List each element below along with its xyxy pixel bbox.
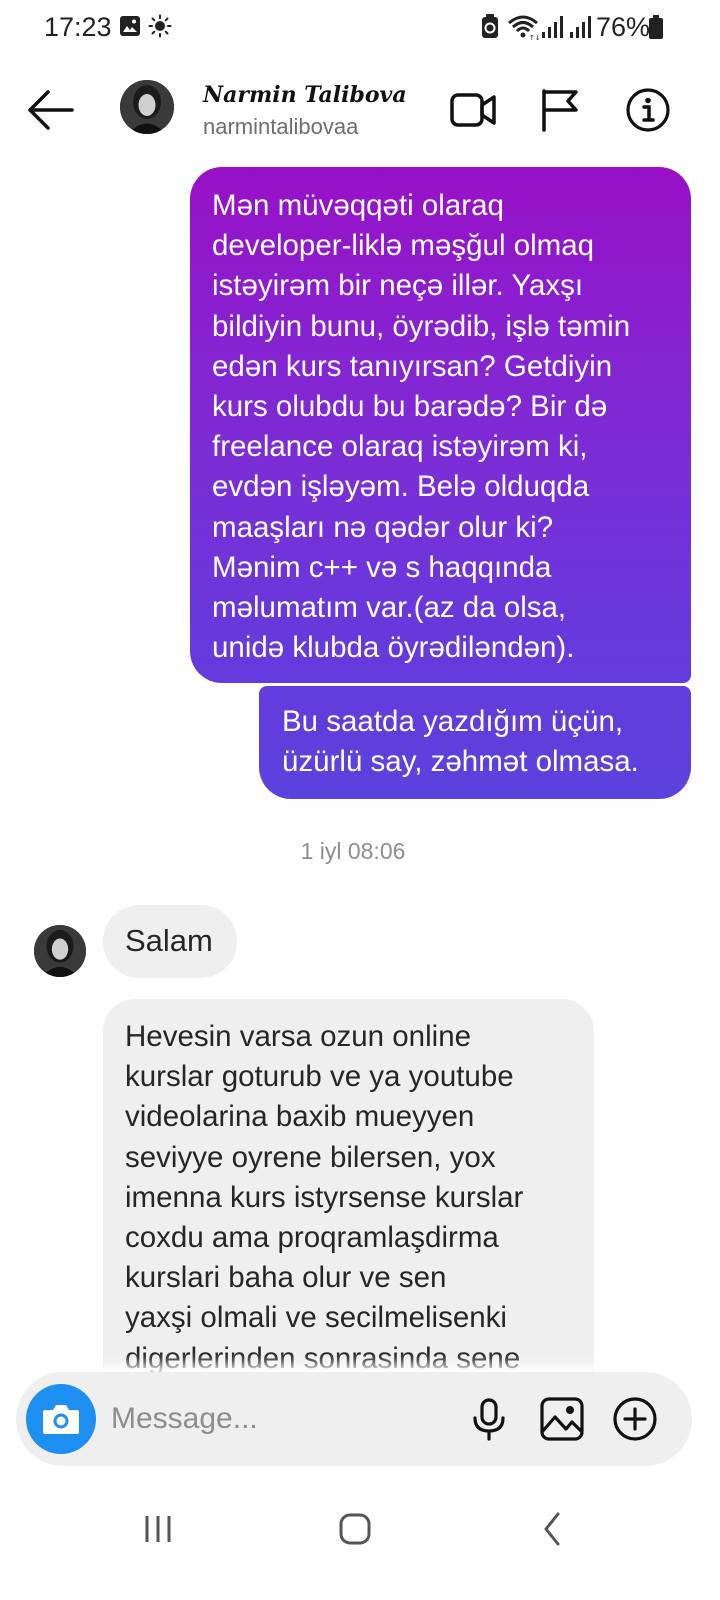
signal-icon	[540, 14, 564, 45]
outgoing-message-bubble[interactable]: Mən müvəqqəti olaraq developer-liklə məş…	[190, 167, 691, 683]
message-line: Mən müvəqqəti olaraq	[212, 189, 504, 222]
camera-button[interactable]	[26, 1384, 96, 1454]
message-line: unidə klubda öyrədiləndən).	[212, 631, 575, 665]
contact-display-name[interactable]: Narmin Talibova	[203, 82, 407, 108]
image-icon	[540, 1397, 584, 1441]
wifi-icon: ↑↓	[507, 14, 541, 45]
microphone-icon	[473, 1398, 505, 1441]
message-line: imenna kurs istyrsense kurslar	[125, 1180, 524, 1214]
message-line: developer-liklə məşğul olmaq	[212, 229, 595, 263]
brightness-icon	[148, 14, 172, 43]
gallery-icon	[118, 14, 142, 43]
message-timestamp: 1 iyl 08:06	[300, 838, 406, 864]
info-icon	[626, 88, 670, 132]
nav-back-button[interactable]	[522, 1504, 582, 1554]
message-line: freelance olaraq istəyirəm ki,	[212, 430, 588, 464]
voice-message-button[interactable]	[466, 1396, 512, 1442]
sender-avatar[interactable]	[34, 925, 86, 977]
profile-photo	[120, 80, 174, 134]
message-line: evdən işləyəm. Belə olduqda	[212, 470, 590, 504]
message-line: Bu saatda yazdığım üçün,	[282, 705, 624, 738]
battery-percent: 76%	[596, 12, 651, 42]
message-line: coxdu ama proqramlaşdirma	[125, 1221, 499, 1255]
message-line: kurs olubdu bu barədə? Bir də	[212, 390, 608, 424]
message-line: bildiyin bunu, öyrədib, işlə təmin	[212, 309, 631, 343]
message-composer	[16, 1372, 692, 1466]
system-navigation-bar	[0, 1480, 720, 1600]
message-line: kurslari baha olur ve sen	[125, 1261, 447, 1295]
status-time: 17:23	[44, 12, 112, 42]
signal-icon	[568, 14, 592, 45]
battery-icon	[648, 14, 664, 45]
outgoing-message-bubble[interactable]: Bu saatda yazdığım üçün, üzürlü say, zəh…	[259, 686, 691, 799]
flag-icon	[542, 89, 578, 132]
message-input[interactable]	[111, 1394, 451, 1444]
message-line: istəyirəm bir neçə illər. Yaxşı	[212, 269, 584, 303]
home-button[interactable]	[325, 1504, 385, 1554]
avatar[interactable]	[120, 80, 174, 134]
report-button[interactable]	[537, 86, 585, 134]
dm-conversation-screen: 17:23 ↑↓ 76% Narmin Talibova narmintalib…	[0, 0, 720, 1600]
info-button[interactable]	[624, 86, 672, 134]
back-button[interactable]	[26, 86, 76, 134]
message-line: edən kurs tanıyırsan? Getdiyin	[212, 349, 613, 383]
contact-username[interactable]: narmintalibovaa	[203, 114, 358, 140]
svg-text:↑↓: ↑↓	[529, 34, 539, 40]
message-line: videolarina baxib mueyyen	[125, 1100, 475, 1134]
incoming-message-bubble[interactable]: Hevesin varsa ozun online kurslar goturu…	[103, 999, 594, 1419]
conversation-header: Narmin Talibova narmintalibovaa	[0, 70, 720, 150]
recycle-icon	[480, 14, 500, 45]
message-line: Mənim c++ və s haqqında	[212, 550, 552, 584]
message-line: Salam	[125, 923, 213, 958]
incoming-message-bubble[interactable]: Salam	[103, 905, 237, 978]
status-bar: 17:23 ↑↓ 76%	[0, 0, 720, 56]
more-options-button[interactable]	[612, 1396, 658, 1442]
message-line: üzürlü say, zəhmət olmasa.	[282, 745, 639, 779]
video-call-icon	[450, 93, 496, 127]
message-line: yaxşi olmali ve secilmelisenki	[125, 1301, 507, 1335]
gallery-button[interactable]	[539, 1396, 585, 1442]
recent-apps-button[interactable]	[128, 1504, 188, 1554]
profile-photo	[34, 925, 86, 977]
message-line: məlumatım var.(az da olsa,	[212, 591, 567, 625]
message-line: seviyye oyrene bilersen, yox	[125, 1140, 496, 1174]
add-icon	[613, 1397, 657, 1441]
message-line: maaşları nə qədər olur ki?	[212, 510, 554, 544]
message-line: kurslar goturub ve ya youtube	[125, 1060, 514, 1094]
camera-icon	[43, 1405, 79, 1434]
video-call-button[interactable]	[449, 86, 497, 134]
back-arrow-icon	[28, 90, 74, 130]
back-icon	[544, 1512, 560, 1546]
home-icon	[339, 1513, 371, 1545]
recent-apps-icon	[145, 1516, 171, 1542]
message-line: Hevesin varsa ozun online	[125, 1020, 472, 1053]
